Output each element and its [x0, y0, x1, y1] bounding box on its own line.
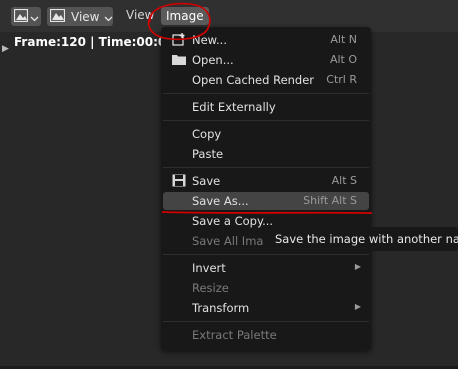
shortcut-label: Alt S — [331, 174, 357, 187]
menu-item-label: Save All Imag — [192, 234, 271, 248]
menu-separator — [163, 120, 369, 121]
menu-item-label: Save a Copy... — [192, 214, 274, 228]
image-dropdown-menu: New... Alt N Open... Alt O Open Cached R… — [161, 27, 371, 350]
menu-item-label: Open... — [192, 53, 234, 67]
menu-item-edit-externally[interactable]: Edit Externally — [163, 98, 369, 116]
tooltip-text: Save the image with another name — [275, 232, 458, 246]
menu-item-new[interactable]: New... Alt N — [163, 31, 369, 49]
view-mode-button[interactable]: View — [47, 7, 113, 26]
menu-item-label: Save As... — [192, 194, 249, 208]
menu-item-label: Invert — [192, 261, 226, 275]
shortcut-label: Alt N — [330, 33, 357, 46]
menu-item-label: Paste — [192, 147, 224, 161]
folder-icon — [172, 53, 186, 66]
menu-image[interactable]: Image — [161, 7, 209, 25]
image-editor-icon — [13, 7, 29, 26]
chevron-right-icon[interactable]: ▶ — [2, 44, 9, 54]
menu-item-extract-palette: Extract Palette — [163, 326, 369, 344]
menu-item-resize: Resize — [163, 279, 369, 297]
menu-separator — [163, 167, 369, 168]
menu-item-transform[interactable]: Transform ▶ — [163, 299, 369, 317]
menu-item-label: Edit Externally — [192, 100, 276, 114]
submenu-arrow-icon: ▶ — [354, 262, 361, 271]
menu-item-open-cached-render[interactable]: Open Cached Render Ctrl R — [163, 71, 369, 89]
menu-item-copy[interactable]: Copy — [163, 125, 369, 143]
shortcut-label: Ctrl R — [326, 73, 357, 86]
menu-item-label: Copy — [192, 127, 222, 141]
menu-item-label: Resize — [192, 281, 229, 295]
menu-separator — [163, 254, 369, 255]
editor-type-button[interactable] — [11, 7, 41, 26]
menu-item-label: New... — [192, 33, 227, 47]
menu-item-label: Save — [192, 174, 221, 188]
menu-view[interactable]: View — [126, 8, 154, 22]
new-image-icon — [172, 33, 186, 46]
chevron-down-icon — [104, 7, 113, 26]
view-mode-label: View — [71, 9, 100, 24]
menu-item-invert[interactable]: Invert ▶ — [163, 259, 369, 277]
shortcut-label: Shift Alt S — [303, 194, 357, 207]
menu-item-label: Extract Palette — [192, 328, 277, 342]
menu-separator — [163, 321, 369, 322]
menu-item-save[interactable]: Save Alt S — [163, 172, 369, 190]
shortcut-label: Alt O — [329, 53, 357, 66]
tooltip: Save the image with another name — [263, 227, 458, 251]
save-icon — [172, 174, 186, 187]
menu-item-label: Transform — [192, 301, 250, 315]
menu-item-save-as[interactable]: Save As... Shift Alt S — [163, 192, 369, 210]
menu-item-paste[interactable]: Paste — [163, 145, 369, 163]
chevron-down-icon — [30, 7, 39, 26]
submenu-arrow-icon: ▶ — [354, 302, 361, 311]
menu-item-open[interactable]: Open... Alt O — [163, 51, 369, 69]
image-view-icon — [49, 7, 66, 26]
menu-separator — [163, 93, 369, 94]
menu-item-label: Open Cached Render — [192, 73, 315, 87]
